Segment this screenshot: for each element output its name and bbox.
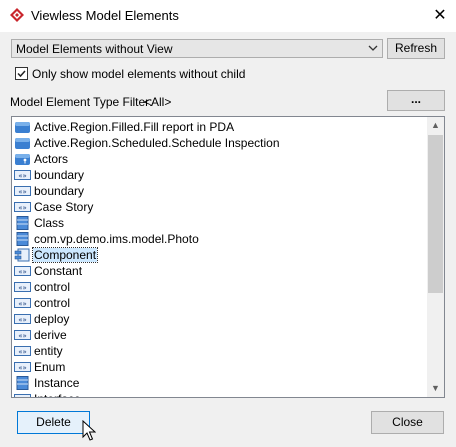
svg-text:«»: «» bbox=[18, 172, 27, 180]
list-item[interactable]: «» Constant bbox=[12, 263, 428, 279]
svg-text:«»: «» bbox=[18, 316, 27, 324]
list-item[interactable]: «» control bbox=[12, 279, 428, 295]
stereotype-icon: «» bbox=[14, 168, 31, 182]
list-item-label: Case Story bbox=[34, 200, 94, 214]
list-item-label: Active.Region.Scheduled.Schedule Inspect… bbox=[34, 136, 280, 150]
model-icon bbox=[14, 120, 31, 134]
class-icon bbox=[14, 376, 31, 390]
list-item-label: Instance bbox=[34, 376, 80, 390]
svg-text:«»: «» bbox=[18, 268, 27, 276]
chevron-down-icon bbox=[368, 45, 378, 51]
list-item-label: entity bbox=[34, 344, 63, 358]
refresh-button[interactable]: Refresh bbox=[387, 38, 445, 59]
list-item-label: Class bbox=[34, 216, 65, 230]
scrollbar-thumb[interactable] bbox=[428, 135, 443, 293]
scroll-up-icon[interactable]: ▲ bbox=[427, 117, 444, 134]
list-item-label: boundary bbox=[34, 168, 85, 182]
list-item-label: com.vp.demo.ims.model.Photo bbox=[34, 232, 199, 246]
delete-button[interactable]: Delete bbox=[17, 411, 90, 434]
stereotype-icon: «» bbox=[14, 392, 31, 398]
svg-text:«»: «» bbox=[18, 396, 27, 398]
list-item[interactable]: com.vp.demo.ims.model.Photo bbox=[12, 231, 428, 247]
model-element-rows: Active.Region.Filled.Fill report in PDA A… bbox=[12, 119, 428, 398]
app-logo-icon bbox=[10, 8, 24, 22]
type-filter-label: Model Element Type Filter: bbox=[10, 95, 153, 109]
svg-text:«»: «» bbox=[18, 348, 27, 356]
stereotype-icon: «» bbox=[14, 312, 31, 326]
list-scrollbar[interactable]: ▲ ▼ bbox=[427, 117, 444, 397]
view-mode-select[interactable]: Model Elements without View bbox=[11, 39, 383, 58]
window-title: Viewless Model Elements bbox=[31, 8, 179, 23]
only-without-child-label: Only show model elements without child bbox=[32, 67, 246, 81]
svg-text:«»: «» bbox=[18, 188, 27, 196]
list-item[interactable]: Active.Region.Scheduled.Schedule Inspect… bbox=[12, 135, 428, 151]
list-item-label: Interface bbox=[33, 392, 82, 397]
list-item-label: Enum bbox=[34, 360, 66, 374]
list-item[interactable]: «» derive bbox=[12, 327, 428, 343]
mouse-cursor-icon bbox=[82, 420, 96, 441]
class-icon bbox=[14, 232, 31, 246]
actor-model-icon bbox=[14, 152, 31, 166]
list-item-label: boundary bbox=[34, 184, 85, 198]
stereotype-icon: «» bbox=[14, 264, 31, 278]
svg-text:«»: «» bbox=[18, 284, 27, 292]
list-item-label: Active.Region.Filled.Fill report in PDA bbox=[34, 120, 235, 134]
stereotype-icon: «» bbox=[14, 280, 31, 294]
component-icon bbox=[14, 248, 31, 262]
list-item-label: control bbox=[34, 296, 71, 310]
list-item[interactable]: «» deploy bbox=[12, 311, 428, 327]
list-item-label: Actors bbox=[34, 152, 69, 166]
list-item[interactable]: «» control bbox=[12, 295, 428, 311]
checkmark-icon bbox=[17, 70, 26, 78]
svg-text:«»: «» bbox=[18, 364, 27, 372]
close-icon[interactable]: ✕ bbox=[426, 5, 454, 27]
stereotype-icon: «» bbox=[14, 296, 31, 310]
stereotype-icon: «» bbox=[14, 360, 31, 374]
list-item[interactable]: «» Enum bbox=[12, 359, 428, 375]
type-filter-value: <All> bbox=[144, 95, 172, 109]
model-element-list[interactable]: Active.Region.Filled.Fill report in PDA A… bbox=[11, 116, 445, 398]
list-item[interactable]: Active.Region.Filled.Fill report in PDA bbox=[12, 119, 428, 135]
list-item[interactable]: «» Case Story bbox=[12, 199, 428, 215]
list-item-label: control bbox=[34, 280, 71, 294]
type-filter-browse-button[interactable]: ... bbox=[387, 90, 445, 111]
list-item[interactable]: «» entity bbox=[12, 343, 428, 359]
list-item-label: deploy bbox=[34, 312, 70, 326]
close-button[interactable]: Close bbox=[371, 411, 444, 434]
svg-text:«»: «» bbox=[18, 332, 27, 340]
stereotype-icon: «» bbox=[14, 184, 31, 198]
stereotype-icon: «» bbox=[14, 328, 31, 342]
svg-text:«»: «» bbox=[18, 204, 27, 212]
list-item[interactable]: Instance bbox=[12, 375, 428, 391]
list-item-label: Component bbox=[31, 247, 99, 263]
list-item-label: Constant bbox=[34, 264, 83, 278]
stereotype-icon: «» bbox=[14, 200, 31, 214]
list-item[interactable]: Component bbox=[12, 247, 428, 263]
list-item[interactable]: «» boundary bbox=[12, 167, 428, 183]
list-item[interactable]: «» boundary bbox=[12, 183, 428, 199]
list-item-label: derive bbox=[34, 328, 67, 342]
class-icon bbox=[14, 216, 31, 230]
title-bar: Viewless Model Elements ✕ bbox=[0, 0, 456, 32]
list-item[interactable]: «» Interface bbox=[12, 391, 428, 398]
stereotype-icon: «» bbox=[14, 344, 31, 358]
model-icon bbox=[14, 136, 31, 150]
only-without-child-checkbox[interactable] bbox=[15, 67, 28, 80]
list-item[interactable]: Actors bbox=[12, 151, 428, 167]
svg-text:«»: «» bbox=[18, 300, 27, 308]
view-mode-select-value: Model Elements without View bbox=[16, 42, 173, 56]
list-item[interactable]: Class bbox=[12, 215, 428, 231]
scroll-down-icon[interactable]: ▼ bbox=[427, 380, 444, 397]
